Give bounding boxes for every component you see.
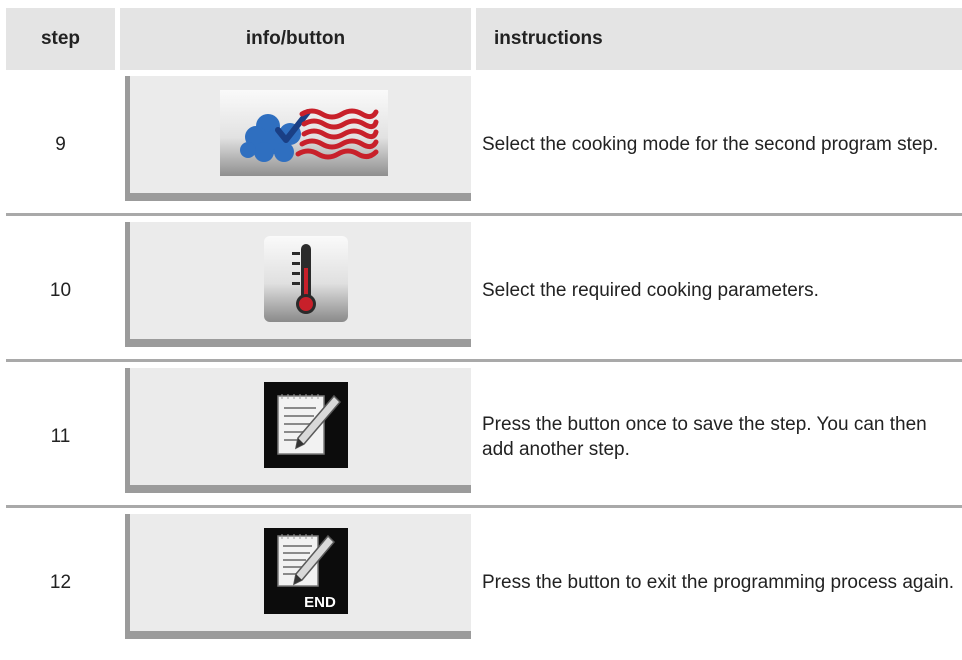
table-row: 10 Select the required cooking parameter… <box>6 222 962 368</box>
save-step-button[interactable] <box>264 382 348 468</box>
button-panel <box>125 222 471 347</box>
end-label: END <box>304 594 336 611</box>
instruction-label: Select the required cooking parameters. <box>482 280 819 301</box>
instruction-label: Press the button once to save the step. … <box>482 413 927 460</box>
button-panel <box>125 368 471 493</box>
step-number: 10 <box>49 279 72 301</box>
instruction-label: Select the cooking mode for the second p… <box>482 134 939 155</box>
header-info-button: info/button <box>120 8 471 70</box>
table-row: 11 Press the button once to save the ste… <box>6 368 962 514</box>
button-panel <box>125 76 471 201</box>
step-number: 9 <box>55 133 66 155</box>
cooking-mode-button[interactable] <box>220 90 388 176</box>
step-number: 12 <box>49 571 72 593</box>
instruction-text: Select the cooking mode for the second p… <box>482 76 962 213</box>
end-programming-button[interactable]: END <box>264 528 348 614</box>
row-divider <box>6 359 962 362</box>
cooking-parameters-button[interactable] <box>264 236 348 322</box>
header-step: step <box>6 8 115 70</box>
row-divider <box>6 505 962 508</box>
row-divider <box>6 213 962 216</box>
button-panel: END <box>125 514 471 639</box>
instruction-label: Press the button to exit the programming… <box>482 572 955 593</box>
instruction-text: Select the required cooking parameters. <box>482 222 962 359</box>
instruction-text: Press the button once to save the step. … <box>482 368 962 505</box>
table-header: step info/button instructions <box>6 8 962 70</box>
steps-table: step info/button instructions 9 Select t… <box>6 8 962 660</box>
table-row: 9 Select the cooking mode for the second… <box>6 76 962 222</box>
header-instructions: instructions <box>476 8 962 70</box>
step-number: 11 <box>50 425 71 447</box>
instruction-text: Press the button to exit the programming… <box>482 514 962 651</box>
table-row: 12 END Press the button to exit the prog… <box>6 514 962 660</box>
